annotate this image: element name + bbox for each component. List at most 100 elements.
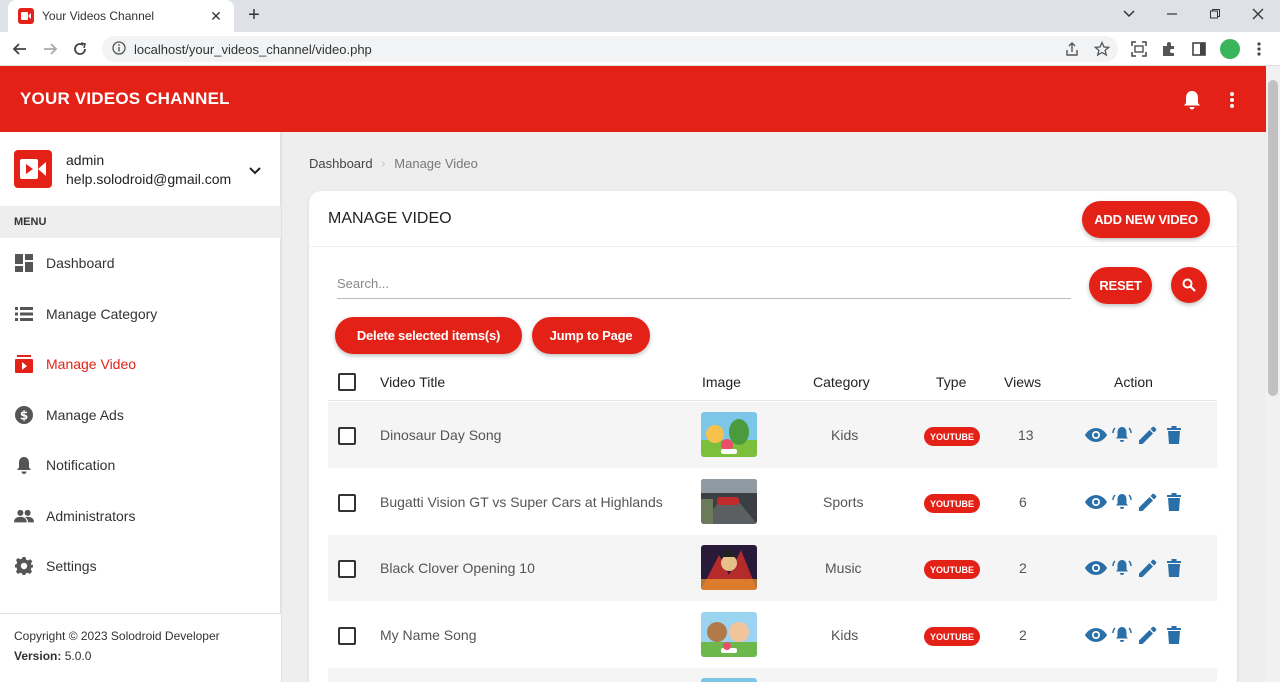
delete-trash-icon[interactable] [1163,424,1185,446]
type-badge: YOUTUBE [924,627,980,646]
main-content: Dashboard › Manage Video MANAGE VIDEO AD… [282,132,1266,682]
column-header-title[interactable]: Video Title [380,374,445,390]
table-row: Black Clover Opening 10 Music YOUTUBE 2 [328,535,1217,601]
sidebar-item-manage-ads[interactable]: $ Manage Ads [0,390,281,440]
more-vert-icon[interactable] [1222,90,1242,110]
menu-header: MENU [0,206,281,238]
version-line: Version: 5.0.0 [14,649,267,663]
sidebar-item-label: Settings [46,558,97,574]
window-close-icon[interactable] [1246,4,1270,24]
url-field[interactable]: localhost/your_videos_channel/video.php [102,36,1118,62]
extensions-puzzle-icon[interactable] [1160,40,1178,58]
side-panel-icon[interactable] [1190,40,1208,58]
close-icon[interactable]: ✕ [208,8,224,25]
edit-pencil-icon[interactable] [1137,424,1159,446]
manage-video-card: MANAGE VIDEO ADD NEW VIDEO RESET Delete … [309,191,1237,682]
sidebar-footer: Copyright © 2023 Solodroid Developer Ver… [0,613,281,682]
add-new-video-button[interactable]: ADD NEW VIDEO [1082,201,1210,238]
edit-pencil-icon[interactable] [1137,557,1159,579]
view-eye-icon[interactable] [1085,424,1107,446]
minimize-icon[interactable] [1160,4,1184,24]
app-header: YOUR VIDEOS CHANNEL [0,66,1266,132]
chevron-down-icon[interactable] [248,164,262,178]
video-category: Music [825,560,862,576]
table-row: Bugatti Vision GT vs Super Cars at Highl… [328,469,1217,535]
select-all-checkbox[interactable] [338,373,356,391]
search-input[interactable] [337,269,1071,299]
video-title: My Name Song [380,627,477,643]
svg-text:$: $ [20,409,28,423]
edit-pencil-icon[interactable] [1137,624,1159,646]
send-notification-bell-icon[interactable] [1111,491,1133,513]
column-header-category[interactable]: Category [813,374,870,390]
sidebar-item-manage-category[interactable]: Manage Category [0,289,281,339]
app-title[interactable]: YOUR VIDEOS CHANNEL [20,89,230,109]
scrollbar-thumb[interactable] [1268,80,1278,396]
table-header: Video Title Image Category Type Views Ac… [328,363,1217,401]
screen-capture-icon[interactable] [1130,40,1148,58]
video-category: Sports [823,494,864,510]
notification-bell-icon[interactable] [1182,90,1202,110]
bell-icon [14,455,34,475]
video-camera-icon [18,8,34,24]
video-thumbnail [701,678,757,682]
sidebar-item-manage-video[interactable]: Manage Video [0,339,281,389]
breadcrumb-current: Manage Video [394,156,478,171]
jump-to-page-button[interactable]: Jump to Page [532,317,650,354]
row-checkbox[interactable] [338,427,356,445]
delete-trash-icon[interactable] [1163,624,1185,646]
dollar-icon: $ [14,405,34,425]
back-arrow-icon[interactable] [9,38,31,60]
video-category: Kids [831,427,859,443]
video-thumbnail [701,545,757,590]
video-library-icon [14,354,34,374]
video-views: 13 [1018,427,1034,443]
edit-pencil-icon[interactable] [1137,491,1159,513]
dashboard-icon [14,253,34,273]
search-button[interactable] [1171,267,1207,303]
sidebar-item-label: Manage Video [46,356,137,372]
sidebar-item-administrators[interactable]: Administrators [0,491,281,541]
breadcrumb-separator-icon: › [381,157,386,170]
view-eye-icon[interactable] [1085,624,1107,646]
delete-trash-icon[interactable] [1163,491,1185,513]
info-icon[interactable] [112,40,126,58]
send-notification-bell-icon[interactable] [1111,424,1133,446]
user-name: admin [66,152,105,168]
video-title: Dinosaur Day Song [380,427,502,443]
delete-selected-button[interactable]: Delete selected items(s) [335,317,522,354]
breadcrumb-home[interactable]: Dashboard [309,156,373,171]
column-header-views[interactable]: Views [1004,374,1041,390]
delete-trash-icon[interactable] [1163,557,1185,579]
video-thumbnail [701,412,757,457]
reload-icon[interactable] [69,38,91,60]
new-tab-button[interactable]: + [244,5,264,25]
user-email: help.solodroid@gmail.com [66,171,232,187]
profile-avatar[interactable] [1220,39,1240,59]
send-notification-bell-icon[interactable] [1111,624,1133,646]
view-eye-icon[interactable] [1085,557,1107,579]
browser-tab[interactable]: Your Videos Channel ✕ [8,0,234,32]
send-notification-bell-icon[interactable] [1111,557,1133,579]
row-checkbox[interactable] [338,494,356,512]
card-header: MANAGE VIDEO ADD NEW VIDEO [309,191,1237,247]
row-checkbox[interactable] [338,627,356,645]
bookmark-star-icon[interactable] [1093,40,1111,58]
gear-icon [14,556,34,576]
restore-icon[interactable] [1203,4,1227,24]
forward-arrow-icon[interactable] [39,38,61,60]
share-icon[interactable] [1063,40,1081,58]
reset-button[interactable]: RESET [1089,267,1152,304]
browser-menu-icon[interactable] [1250,40,1268,58]
page-title: MANAGE VIDEO [328,210,452,227]
sidebar-item-notification[interactable]: Notification [0,440,281,490]
row-checkbox[interactable] [338,560,356,578]
view-eye-icon[interactable] [1085,491,1107,513]
sidebar-item-dashboard[interactable]: Dashboard [0,238,281,288]
tab-search-chevron-icon[interactable] [1117,4,1141,24]
column-header-type[interactable]: Type [936,374,966,390]
sidebar-item-settings[interactable]: Settings [0,541,281,591]
url-text: localhost/your_videos_channel/video.php [134,41,372,57]
table-row: Dinosaur Day Song Kids YOUTUBE 13 [328,402,1217,468]
sidebar-item-label: Manage Category [46,306,158,322]
